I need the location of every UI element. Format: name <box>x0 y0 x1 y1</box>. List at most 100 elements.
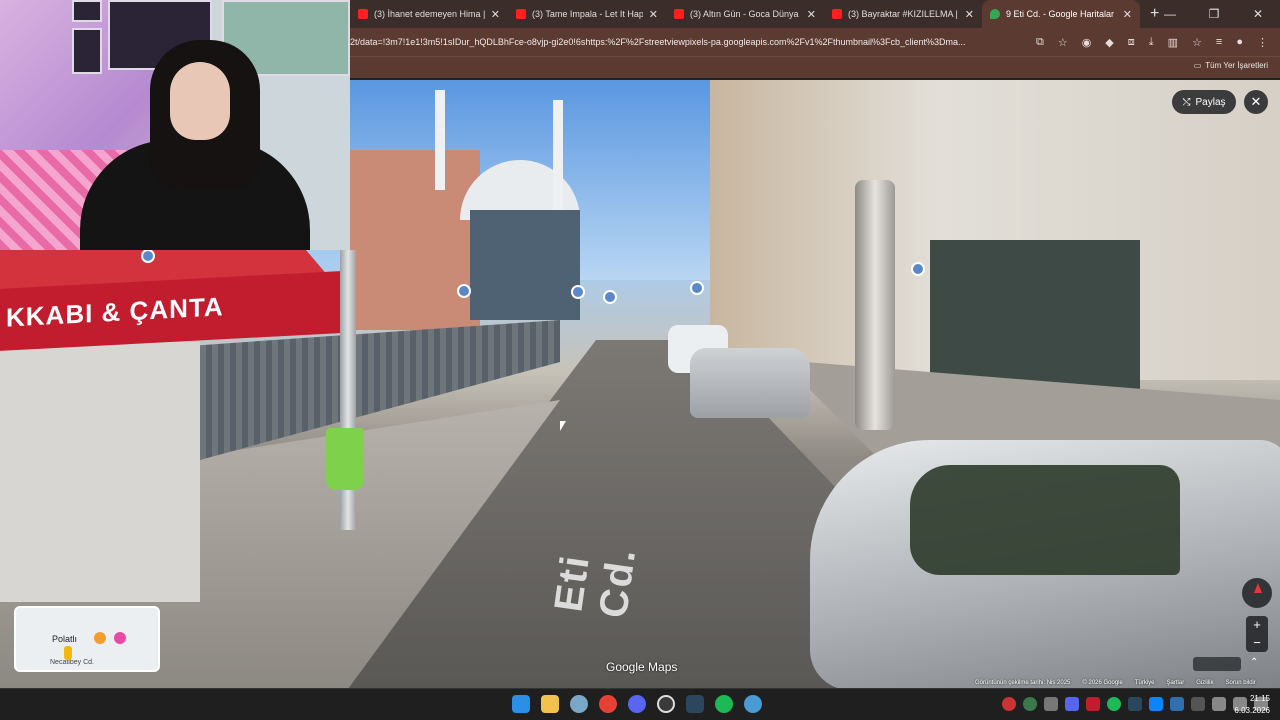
road-marking: Eti Cd. <box>546 544 645 621</box>
close-tab-icon[interactable]: ✕ <box>807 8 816 21</box>
settings-icon[interactable] <box>570 695 588 713</box>
sidepanel-icon[interactable]: ▥ <box>1168 36 1178 49</box>
taskbar-apps <box>512 695 762 713</box>
address-bar[interactable]: 2t/data=!3m7!1e1!3m5!1sIDur_hQDLBhFce-o8… <box>350 31 1024 53</box>
youtube-icon <box>358 9 368 19</box>
all-bookmarks-label: Tüm Yer İşaretleri <box>1205 61 1268 70</box>
tab[interactable]: (3) Altın Gün - Goca Dünya (Live ✕ <box>666 0 824 28</box>
tray-app-icon[interactable] <box>1002 697 1016 711</box>
menu-list-icon[interactable]: ≡ <box>1216 36 1222 49</box>
place-marker[interactable] <box>571 285 585 299</box>
place-marker[interactable] <box>457 284 471 298</box>
footer-terms[interactable]: Şartlar <box>1167 680 1185 686</box>
file-explorer-icon[interactable] <box>541 695 559 713</box>
youtube-icon <box>832 9 842 19</box>
share-label: Paylaş <box>1195 96 1226 108</box>
pegman-icon <box>64 646 72 660</box>
taskbar: 21:15 6.03.2026 <box>0 688 1280 720</box>
food-pin-icon[interactable] <box>94 632 106 644</box>
minimize-icon[interactable]: — <box>1148 0 1192 28</box>
close-tab-icon[interactable]: ✕ <box>1123 8 1132 21</box>
tray-discord-icon[interactable] <box>1065 697 1079 711</box>
footer-report[interactable]: Sorun bildir <box>1226 680 1256 686</box>
close-window-icon[interactable]: ✕ <box>1236 0 1280 28</box>
tab-label: (3) Altın Gün - Goca Dünya (Live <box>690 9 801 19</box>
compass-icon[interactable] <box>1242 578 1272 608</box>
webcam-overlay <box>0 0 350 250</box>
map-footer: Görüntünün çekilme tarihi: Nis 2025 © 20… <box>975 680 1256 686</box>
extension-icon[interactable]: ◆ <box>1105 36 1113 49</box>
spotify-icon[interactable] <box>715 695 733 713</box>
install-icon[interactable]: ⧉ <box>1036 36 1044 49</box>
person-face <box>170 62 230 140</box>
google-maps-logo: Google Maps <box>606 660 678 674</box>
tab-label: (3) Tame Impala - Let It Happen <box>532 9 643 19</box>
place-marker[interactable] <box>690 281 704 295</box>
more-menu-icon[interactable]: ⋮ <box>1257 36 1268 49</box>
youtube-icon <box>674 9 684 19</box>
tray-spotify-icon[interactable] <box>1107 697 1121 711</box>
display-icon[interactable] <box>1212 697 1226 711</box>
google-maps-icon <box>990 9 1000 19</box>
discord-icon[interactable] <box>628 695 646 713</box>
share-icon: ⤭ <box>1182 96 1191 108</box>
close-streetview-button[interactable]: ✕ <box>1244 90 1268 114</box>
poster <box>72 28 102 74</box>
close-tab-icon[interactable]: ✕ <box>491 8 500 21</box>
shop-pin-icon[interactable] <box>114 632 126 644</box>
footer-country[interactable]: Türkiye <box>1135 680 1155 686</box>
imagery-thumbnails[interactable] <box>1193 657 1241 671</box>
capture-date: Görüntünün çekilme tarihi: Nis 2025 <box>975 680 1071 686</box>
place-marker[interactable] <box>141 249 155 263</box>
tray-app-icon[interactable] <box>1170 697 1184 711</box>
tab-strip: (3) İhanet edemeyen Hima | #aj ✕ (3) Tam… <box>350 0 1280 28</box>
tray-app-icon[interactable] <box>1044 697 1058 711</box>
minimap-street: Necatibey Cd. <box>50 659 94 666</box>
zoom-in-button[interactable]: + <box>1246 616 1268 634</box>
brick-building <box>350 150 480 330</box>
close-tab-icon[interactable]: ✕ <box>965 8 974 21</box>
favorites-icon[interactable]: ☆ <box>1192 36 1202 49</box>
tray-app-icon[interactable] <box>1086 697 1100 711</box>
all-bookmarks[interactable]: ▭ Tüm Yer İşaretleri <box>1194 61 1268 70</box>
place-marker[interactable] <box>603 290 617 304</box>
puzzle-icon[interactable]: ⧈ <box>1128 36 1135 49</box>
shop-wall <box>0 342 200 602</box>
clock[interactable]: 21:15 6.03.2026 <box>1234 693 1270 717</box>
download-icon[interactable]: ⤓ <box>1149 36 1154 49</box>
profile-avatar-icon[interactable]: ● <box>1236 36 1243 49</box>
tray-app-icon[interactable] <box>1149 697 1163 711</box>
poster <box>72 0 102 22</box>
expand-up-icon[interactable]: ⌃ <box>1250 657 1258 668</box>
minimap-town: Polatlı <box>52 634 78 644</box>
maximize-icon[interactable]: ❐ <box>1192 0 1236 28</box>
tab[interactable]: (3) İhanet edemeyen Hima | #aj ✕ <box>350 0 508 28</box>
footer-privacy[interactable]: Gizlilik <box>1196 680 1213 686</box>
folder-icon: ▭ <box>1193 61 1202 70</box>
tray-steam-icon[interactable] <box>1128 697 1142 711</box>
windows-start-icon[interactable] <box>512 695 530 713</box>
bookmark-star-icon[interactable]: ☆ <box>1058 36 1068 49</box>
steam-icon[interactable] <box>686 695 704 713</box>
obs-icon[interactable] <box>657 695 675 713</box>
share-button[interactable]: ⤭ Paylaş <box>1172 90 1236 114</box>
toolbar-icons: ⧉ ☆ ◉ ◆ ⧈ ⤓ ▥ ☆ ≡ ● ⋮ <box>1024 36 1280 49</box>
zoom-out-button[interactable]: − <box>1246 634 1268 652</box>
globe-app-icon[interactable] <box>744 695 762 713</box>
chrome-icon[interactable] <box>599 695 617 713</box>
minimap[interactable]: Polatlı Necatibey Cd. <box>14 606 160 672</box>
close-tab-icon[interactable]: ✕ <box>649 8 658 21</box>
tab[interactable]: (3) Tame Impala - Let It Happen ✕ <box>508 0 666 28</box>
extension-icon[interactable]: ◉ <box>1082 36 1092 49</box>
tab-label: (3) Bayraktar #KIZILELMA | EOT <box>848 9 959 19</box>
window-controls: — ❐ ✕ <box>1148 0 1280 28</box>
silver-car-far <box>690 348 810 418</box>
place-marker[interactable] <box>911 262 925 276</box>
youtube-icon <box>516 9 526 19</box>
bookmarks-bar: ▭ Tüm Yer İşaretleri <box>350 56 1280 78</box>
tab-active[interactable]: 9 Eti Cd. - Google Haritalar ✕ <box>982 0 1140 28</box>
trash-bin <box>326 428 364 490</box>
tray-app-icon[interactable] <box>1023 697 1037 711</box>
tab[interactable]: (3) Bayraktar #KIZILELMA | EOT ✕ <box>824 0 982 28</box>
tray-chevron-icon[interactable] <box>1191 697 1205 711</box>
